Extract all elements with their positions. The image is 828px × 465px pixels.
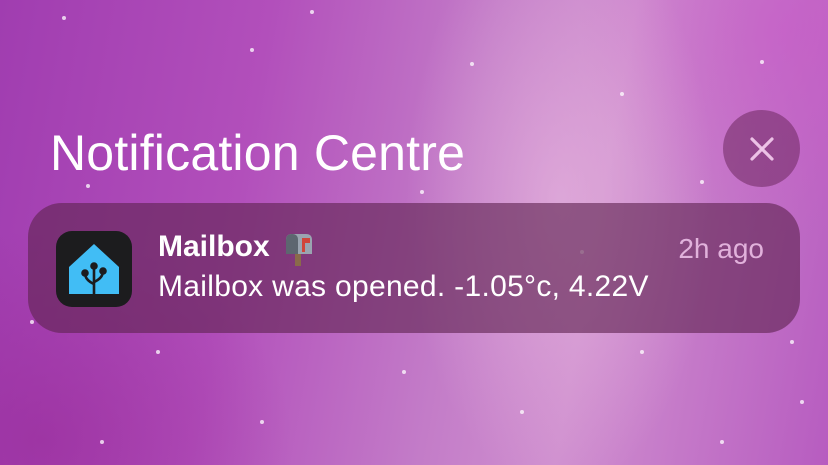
notification-card[interactable]: Mailbox 2h ago Mailbox was opened. -1.05… [28, 203, 800, 333]
clear-notifications-button[interactable] [723, 110, 800, 187]
page-title: Notification Centre [50, 125, 466, 181]
notification-body: Mailbox was opened. -1.05°c, 4.22V [158, 270, 649, 303]
notification-title: Mailbox [158, 227, 316, 267]
notification-timestamp: 2h ago [678, 233, 764, 264]
close-icon [749, 136, 774, 161]
mailbox-emoji [286, 234, 313, 267]
notification-title-text: Mailbox [158, 230, 270, 263]
notification-centre-header: Notification Centre [50, 110, 808, 198]
home-assistant-icon [56, 231, 132, 307]
